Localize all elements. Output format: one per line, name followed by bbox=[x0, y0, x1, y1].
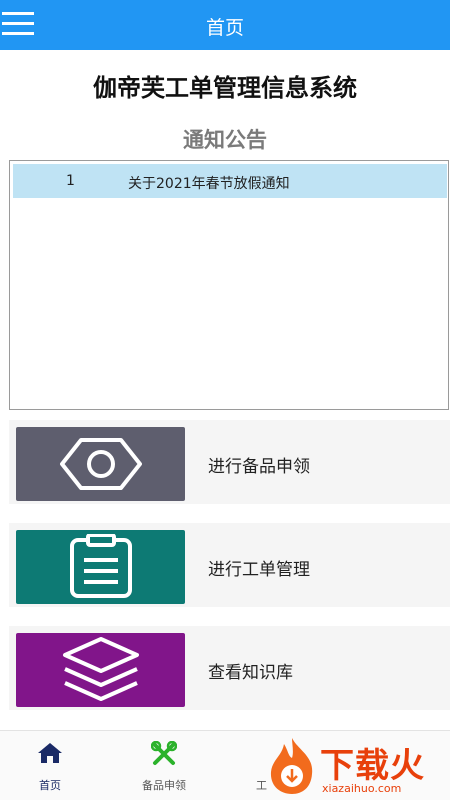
nav-label-home: 首页 bbox=[39, 779, 61, 792]
nav-label-spare-parts: 备品申领 bbox=[142, 779, 186, 792]
watermark-text: 下载火 bbox=[320, 746, 425, 786]
work-order-management-card[interactable]: 进行工单管理 bbox=[9, 523, 450, 607]
spare-parts-label: 进行备品申领 bbox=[208, 457, 310, 477]
work-order-label: 进行工单管理 bbox=[208, 560, 310, 580]
app-title: 伽帝芙工单管理信息系统 bbox=[93, 74, 357, 102]
knowledge-base-card[interactable]: 查看知识库 bbox=[9, 626, 450, 710]
nav-item-home[interactable]: 首页 bbox=[0, 731, 100, 800]
notice-list-item[interactable]: 1 关于2021年春节放假通知 bbox=[13, 164, 447, 198]
nav-item-spare-parts[interactable]: 备品申领 bbox=[114, 731, 214, 800]
tools-icon bbox=[151, 741, 177, 765]
home-icon bbox=[38, 743, 62, 763]
watermark-logo: 下载火 xiazaihuo.com bbox=[262, 736, 450, 798]
notice-heading: 通知公告 bbox=[183, 128, 267, 152]
clipboard-icon bbox=[69, 534, 132, 598]
spare-parts-request-card[interactable]: 进行备品申领 bbox=[9, 420, 450, 504]
page-title: 首页 bbox=[205, 17, 244, 39]
knowledge-base-tile bbox=[16, 633, 185, 707]
top-app-bar: 首页 bbox=[0, 0, 450, 50]
notice-list[interactable]: 1 关于2021年春节放假通知 bbox=[9, 160, 449, 410]
notice-title: 关于2021年春节放假通知 bbox=[128, 176, 290, 192]
knowledge-base-label: 查看知识库 bbox=[208, 663, 293, 683]
layers-icon bbox=[62, 637, 139, 701]
hexagon-nut-icon bbox=[59, 438, 142, 490]
spare-parts-tile bbox=[16, 427, 185, 501]
watermark-url: xiazaihuo.com bbox=[322, 782, 402, 795]
notice-index: 1 bbox=[66, 173, 75, 189]
work-order-tile bbox=[16, 530, 185, 604]
flame-logo-icon bbox=[270, 738, 313, 794]
